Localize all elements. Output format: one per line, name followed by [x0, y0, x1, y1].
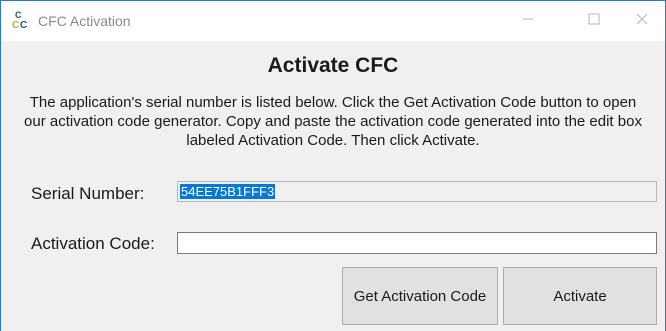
close-icon [636, 12, 648, 30]
activation-code-input[interactable] [177, 232, 657, 254]
svg-text:C: C [15, 10, 22, 20]
maximize-button[interactable] [571, 1, 617, 41]
minimize-button[interactable] [505, 1, 551, 41]
maximize-icon [588, 12, 600, 30]
page-title: Activate CFC [267, 54, 399, 77]
minimize-icon [522, 12, 534, 30]
activate-button[interactable]: Activate [503, 267, 657, 325]
serial-number-value[interactable]: 54EE75B1FFF3 [180, 184, 276, 199]
get-activation-code-button[interactable]: Get Activation Code [342, 267, 498, 325]
cfc-app-icon: C C C [12, 10, 30, 31]
activation-window: C C C CFC Activation Activate CFC The ap… [0, 0, 666, 331]
serial-number-field[interactable]: 54EE75B1FFF3 [177, 181, 657, 202]
dialog-body: Activate CFC The application's serial nu… [1, 41, 665, 331]
close-button[interactable] [619, 1, 665, 41]
svg-text:C: C [20, 20, 27, 30]
window-title: CFC Activation [38, 13, 131, 29]
activation-code-label: Activation Code: [31, 234, 155, 253]
serial-number-label: Serial Number: [31, 184, 145, 203]
instructions-text: The application's serial number is liste… [24, 94, 642, 149]
svg-text:C: C [12, 20, 19, 30]
title-bar[interactable]: C C C CFC Activation [1, 1, 665, 41]
